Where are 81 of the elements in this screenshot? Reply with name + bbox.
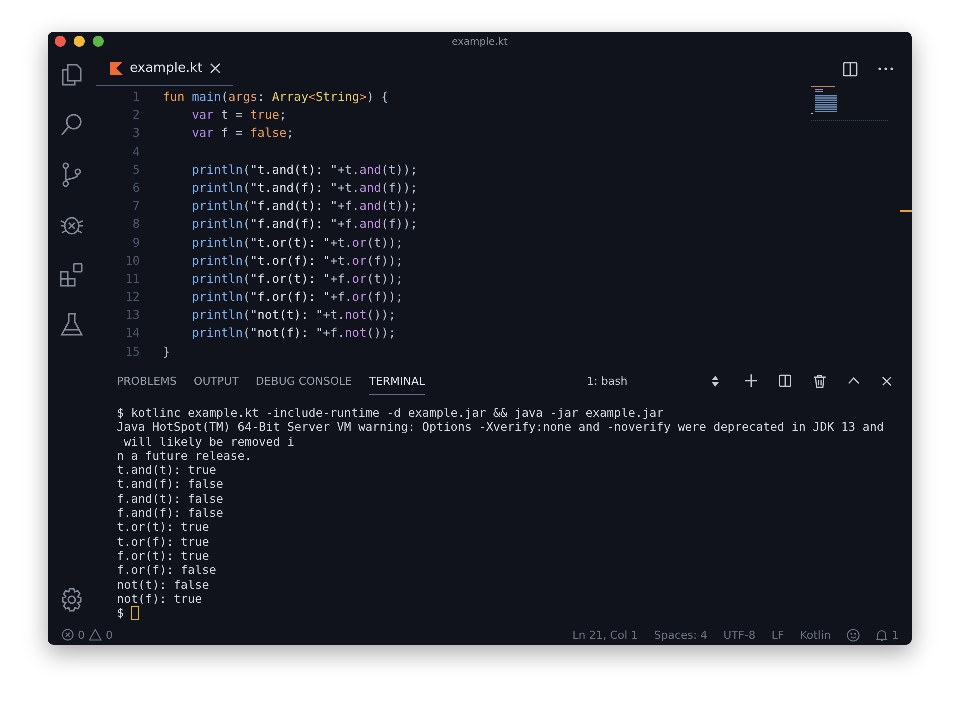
status-item[interactable]: UTF-8 (724, 628, 756, 642)
code-line: println("f.or(f): "+f.or(f)); (191, 289, 404, 306)
code-line: println("f.and(f): "+f.and(f)); (191, 216, 419, 234)
extensions-icon[interactable] (59, 262, 85, 288)
line-number: 7 (132, 198, 140, 216)
terminal-line: will likely be removed i (123, 434, 296, 449)
line-number: 5 (132, 162, 140, 179)
terminal-line: f.and(f): false (117, 506, 225, 520)
terminal-line: not(t): false (117, 578, 210, 592)
chevron-up-icon[interactable] (848, 377, 860, 385)
close-icon[interactable] (210, 63, 221, 74)
terminal-line: Java HotSpot(TM) 64-Bit Server VM warning: Options -Xverify:none and -noverify were deprecated in JDK 13 and (117, 420, 886, 435)
code-line: fun main(args: Array<String>) { (163, 89, 390, 106)
status-item[interactable]: Kotlin (800, 628, 831, 642)
terminal-prompt: $ (117, 606, 124, 620)
line-number: 10 (125, 252, 140, 270)
terminal-line: n a future release. (117, 448, 253, 464)
panel-tab[interactable]: PROBLEMS (117, 367, 178, 395)
status-item[interactable]: Ln 21, Col 1 (572, 628, 638, 642)
smiley-icon[interactable] (847, 628, 860, 642)
warning-icon[interactable] (89, 629, 102, 641)
line-number: 11 (125, 270, 140, 288)
code-line: println("f.and(t): "+f.and(t)); (191, 198, 419, 216)
line-number: 15 (125, 344, 140, 361)
split-terminal-icon[interactable] (779, 374, 792, 388)
code-line: println("t.and(f): "+t.and(f)); (191, 180, 419, 197)
terminal-line: not(f): true (117, 592, 204, 606)
close-icon[interactable] (882, 376, 892, 386)
terminal-line: t.and(t): true (117, 463, 218, 478)
line-number: 2 (132, 107, 140, 124)
status-item[interactable]: LF (772, 628, 784, 642)
bell-icon[interactable] (876, 628, 888, 642)
overview-ruler-marker (900, 210, 912, 212)
file-tab[interactable]: example.kt (96, 52, 233, 86)
line-number: 3 (132, 125, 140, 142)
close-window-button[interactable] (55, 36, 66, 47)
code-line: } (163, 344, 172, 361)
terminal-line: f.or(f): false (117, 563, 218, 578)
search-icon[interactable] (59, 112, 85, 138)
minimize-window-button[interactable] (74, 36, 85, 47)
error-count[interactable]: 0 (78, 628, 85, 642)
line-number: 12 (125, 289, 140, 306)
terminal-cursor (131, 606, 140, 620)
panel-tab[interactable]: DEBUG CONSOLE (256, 367, 352, 395)
line-number: 4 (132, 144, 140, 161)
window-title: example.kt (452, 36, 508, 48)
code-line: println("t.or(t): "+t.or(t)); (191, 234, 404, 252)
terminal-line: t.and(f): false (117, 477, 225, 492)
kotlin-file-icon (110, 62, 123, 75)
code-line: var f = false; (191, 125, 296, 142)
panel-tab[interactable]: OUTPUT (194, 367, 239, 395)
zoom-window-button[interactable] (93, 36, 104, 47)
up-down-arrows-icon (712, 376, 719, 386)
line-number: 9 (132, 234, 140, 252)
status-item[interactable]: Spaces: 4 (654, 628, 708, 642)
code-line: println("t.and(t): "+t.and(t)); (191, 162, 419, 179)
warning-count[interactable]: 0 (106, 628, 113, 642)
split-editor-icon[interactable] (843, 62, 858, 76)
flask-icon[interactable] (59, 312, 85, 338)
terminal-line: $ kotlinc example.kt -include-runtime -d example.jar && java -jar example.jar (117, 406, 665, 420)
code-line: println("not(t): "+t.not()); (191, 307, 397, 324)
more-actions-icon[interactable] (878, 67, 894, 71)
line-number: 13 (125, 307, 140, 324)
terminal-line: f.and(t): false (117, 492, 225, 506)
error-icon[interactable] (62, 629, 74, 641)
line-number: 1 (132, 89, 140, 106)
line-number: 8 (132, 216, 140, 234)
terminal-select[interactable]: 1: bash (587, 374, 721, 388)
line-number: 14 (125, 325, 140, 342)
code-line: println("t.or(f): "+t.or(f)); (191, 252, 404, 270)
terminal-line: f.or(t): true (117, 548, 210, 564)
code-line: println("not(f): "+f.not()); (191, 325, 397, 342)
notification-count[interactable]: 1 (892, 628, 899, 642)
code-line: println("f.or(t): "+f.or(t)); (191, 270, 404, 288)
line-number: 6 (132, 180, 140, 197)
plus-icon[interactable] (744, 374, 758, 388)
terminal-line: t.or(t): true (117, 520, 210, 535)
trash-icon[interactable] (814, 374, 826, 388)
panel-tab[interactable]: TERMINAL (369, 367, 426, 395)
code-line: var t = true; (191, 107, 288, 124)
terminal-line: t.or(f): true (117, 534, 210, 549)
